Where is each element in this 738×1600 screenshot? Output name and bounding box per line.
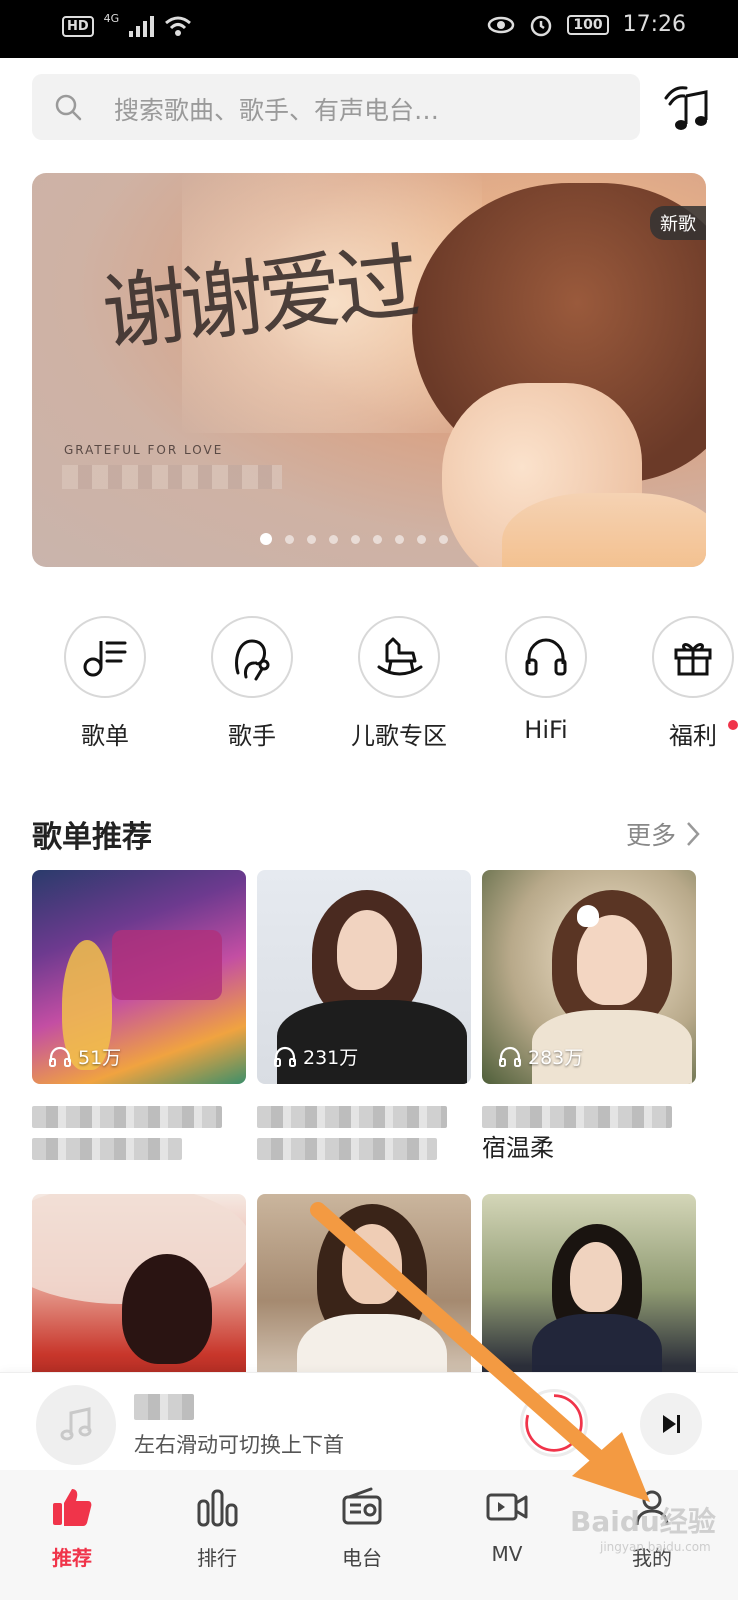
tab-label: 排行 [197,1546,237,1570]
mv-icon [486,1493,528,1521]
blurred-title [32,1138,182,1160]
category-hifi[interactable]: HiFi [484,616,608,744]
radio-icon [342,1487,382,1525]
rocking-horse-icon [358,616,440,698]
thumbs-up-icon [53,1489,92,1526]
playlist-title [32,1100,246,1164]
watermark-url: jingyan.baidu.com [600,1540,711,1554]
tab-label: 推荐 [52,1546,92,1570]
carousel-dot[interactable] [260,533,272,545]
ranking-icon [197,1489,238,1527]
banner-subtitle: GRATEFUL FOR LOVE [64,443,224,457]
gift-icon [652,616,734,698]
tab-recommend[interactable]: 推荐 [12,1484,132,1571]
carousel-dot[interactable] [351,534,360,544]
album-art [36,1385,116,1465]
banner-carousel[interactable]: 谢谢爱过 GRATEFUL FOR LOVE 新歌 [32,173,706,567]
search-placeholder: 搜索歌曲、歌手、有声电台… [114,96,440,125]
next-track-button[interactable] [640,1393,702,1455]
blurred-title [482,1106,672,1128]
category-label: 福利 [669,722,717,750]
play-count: 231万 [273,1043,358,1070]
playlist-icon [64,616,146,698]
headphones-icon [274,1046,296,1067]
blurred-title [257,1106,447,1128]
headphones-icon [499,1046,521,1067]
status-right: 100 17:26 [487,12,686,37]
notification-dot [728,720,738,730]
clock: 17:26 [622,12,686,37]
carousel-dot[interactable] [329,534,338,544]
carousel-dot[interactable] [395,534,404,544]
playlist-cover: 231万 [257,870,471,1084]
eye-icon [488,16,515,33]
new-song-badge: 新歌 [650,206,706,240]
carousel-dot[interactable] [373,534,382,544]
playlist-title [257,1100,471,1164]
music-recognition-icon[interactable] [660,80,712,136]
headphones-icon [505,616,587,698]
blurred-title [134,1393,194,1420]
tab-mv[interactable]: MV [447,1484,567,1566]
carousel-dot[interactable] [307,534,316,544]
category-playlist[interactable]: 歌单 [43,616,167,751]
search-input[interactable]: 搜索歌曲、歌手、有声电台… [32,74,640,140]
category-kids-songs[interactable]: 儿歌专区 [337,616,461,751]
carousel-dot[interactable] [417,534,426,544]
playlist-card[interactable]: 231万 [257,870,471,1164]
swipe-hint: 左右滑动可切换上下首 [134,1433,344,1457]
status-bar: HD 4G 100 17:26 [0,0,738,58]
singer-icon [211,616,293,698]
alarm-icon [531,15,552,36]
category-label: 歌单 [81,722,129,750]
play-count-value: 231万 [303,1047,359,1069]
chevron-right-icon [687,822,700,846]
playlist-cover: 51万 [32,870,246,1084]
category-singer[interactable]: 歌手 [190,616,314,751]
play-count: 283万 [498,1043,583,1070]
play-count: 51万 [48,1043,121,1070]
category-label: 歌手 [228,722,276,750]
playlist-card[interactable]: 283万 宿温柔 [482,870,696,1164]
play-progress-button[interactable] [520,1389,588,1457]
category-gift[interactable]: 福利 [631,616,738,751]
song-title [134,1391,194,1421]
more-label: 更多 [625,821,676,850]
network-type: 4G [103,11,120,25]
playlist-title-line2: 宿温柔 [482,1134,554,1162]
carousel-indicator [260,533,448,545]
section-title: 歌单推荐 [32,820,152,855]
status-left: HD 4G [62,11,192,38]
banner-shoulder [502,493,706,567]
tab-ranking[interactable]: 排行 [157,1484,277,1571]
mini-player[interactable]: 左右滑动可切换上下首 [0,1372,738,1470]
hd-indicator: HD [62,15,94,37]
signal-icon [129,15,155,37]
banner-blurred-text [62,465,282,489]
music-note-icon [60,1407,92,1441]
wifi-icon [165,16,192,36]
carousel-dot[interactable] [439,534,448,544]
playlist-title: 宿温柔 [482,1100,696,1164]
play-count-value: 51万 [78,1047,122,1069]
tab-label: MV [491,1542,523,1566]
play-count-value: 283万 [528,1047,584,1069]
playlist-cover: 283万 [482,870,696,1084]
search-icon [55,94,82,121]
more-button[interactable]: 更多 [626,816,700,852]
category-label: HiFi [524,716,568,744]
carousel-dot[interactable] [285,534,294,544]
tab-label: 电台 [342,1546,382,1570]
watermark: Baidu经验 [570,1505,716,1538]
tab-radio[interactable]: 电台 [302,1484,422,1571]
playlist-card[interactable]: 51万 [32,870,246,1164]
headphones-icon [49,1046,71,1067]
blurred-title [257,1138,437,1160]
battery-indicator: 100 [567,14,609,35]
blurred-title [32,1106,222,1128]
category-label: 儿歌专区 [351,722,447,750]
skip-next-icon [663,1415,680,1433]
